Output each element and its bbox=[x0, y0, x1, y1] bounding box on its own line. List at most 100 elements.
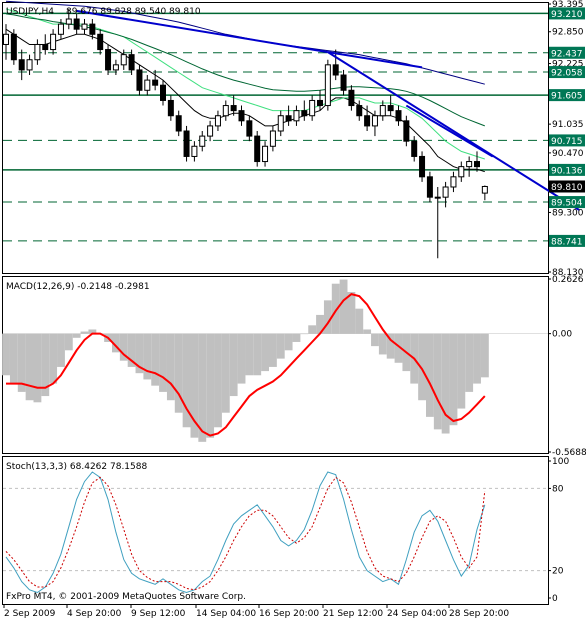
candle-body bbox=[120, 54, 127, 66]
candle-body bbox=[199, 135, 206, 147]
macd-histogram-bar bbox=[363, 329, 372, 334]
candle-body bbox=[3, 33, 9, 45]
macd-histogram-bar bbox=[441, 333, 450, 434]
candle-body bbox=[466, 161, 473, 168]
chart-window: 93.39592.85092.43792.22592.05891.60591.0… bbox=[0, 0, 586, 620]
macd-histogram-bar bbox=[457, 333, 466, 409]
candle-body bbox=[324, 64, 331, 107]
macd-histogram-bar bbox=[284, 333, 293, 351]
price-level-tag-label: 90.136 bbox=[551, 166, 583, 176]
price-level-tag-label: 92.058 bbox=[551, 69, 583, 79]
macd-histogram-bar bbox=[371, 333, 379, 347]
price-level-tag-label: 93.210 bbox=[551, 10, 583, 20]
candle-body bbox=[50, 33, 57, 51]
candle-body bbox=[65, 18, 72, 25]
candle-body bbox=[458, 166, 465, 178]
candle-body bbox=[301, 110, 308, 117]
macd-histogram-bar bbox=[465, 333, 474, 392]
macd-histogram-bar bbox=[166, 333, 175, 401]
macd-histogram-bar bbox=[473, 333, 481, 384]
candle-body bbox=[222, 105, 229, 117]
macd-histogram-bar bbox=[159, 333, 167, 392]
macd-histogram-bar bbox=[245, 333, 254, 376]
candle-body bbox=[152, 79, 159, 86]
candle-body bbox=[214, 115, 221, 127]
candle-body bbox=[371, 115, 378, 127]
macd-histogram-bar bbox=[64, 333, 73, 351]
price-tick-label: 90.470 bbox=[552, 149, 584, 159]
macd-histogram-bar bbox=[237, 333, 246, 384]
time-tick-label: 9 Sep 12:00 bbox=[131, 609, 186, 619]
macd-histogram-bar bbox=[72, 333, 81, 338]
candle-body bbox=[285, 115, 292, 122]
stoch-tick-label: 20 bbox=[552, 567, 564, 577]
macd-histogram-bar bbox=[49, 333, 58, 384]
candle-body bbox=[167, 99, 174, 117]
candle-body bbox=[348, 89, 355, 107]
candle-body bbox=[128, 54, 135, 71]
macd-tick-label: 0.00 bbox=[552, 330, 572, 340]
macd-histogram-bar bbox=[229, 333, 238, 397]
candle-body bbox=[97, 33, 104, 51]
candle-body bbox=[426, 176, 433, 198]
candle-body bbox=[317, 99, 323, 107]
stoch-tick-label: 80 bbox=[552, 484, 564, 494]
candle-body bbox=[230, 105, 237, 112]
macd-histogram-bar bbox=[33, 333, 42, 403]
macd-histogram-bar bbox=[308, 325, 317, 334]
candle-body bbox=[364, 115, 371, 127]
macd-histogram-bar bbox=[339, 279, 348, 334]
macd-histogram-bar bbox=[198, 333, 207, 442]
candle-body bbox=[136, 69, 143, 91]
macd-histogram-bar bbox=[9, 333, 18, 384]
candle-body bbox=[238, 110, 245, 122]
stoch-panel-title: Stoch(13,3,3) 68.4262 78.1588 bbox=[6, 462, 147, 472]
candle-body bbox=[42, 43, 49, 51]
price-level-tag-label: 89.504 bbox=[551, 199, 583, 209]
macd-histogram-bar bbox=[347, 292, 356, 334]
macd-histogram-bar bbox=[253, 333, 262, 376]
chart-canvas: 93.39592.85092.43792.22592.05891.60591.0… bbox=[2, 0, 586, 619]
time-axis: 2 Sep 2009 4 Sep 20:00 9 Sep 12:00 14 Sep 0… bbox=[3, 604, 509, 619]
macd-histogram-bar bbox=[261, 333, 269, 372]
candle-body bbox=[262, 145, 269, 163]
macd-histogram-bar bbox=[480, 333, 489, 378]
time-tick-label: 21 Sep 12:00 bbox=[323, 609, 383, 619]
macd-histogram-bar bbox=[57, 333, 65, 367]
candle-body bbox=[81, 23, 88, 30]
price-level-tag-label: 91.605 bbox=[551, 92, 583, 102]
candle-body bbox=[18, 59, 25, 71]
candle-body bbox=[254, 135, 261, 163]
candle-body bbox=[481, 185, 488, 194]
candle-body bbox=[293, 110, 300, 122]
macd-histogram-bar bbox=[151, 333, 160, 386]
candle-body bbox=[395, 110, 402, 122]
stoch-tick-label: 0 bbox=[552, 594, 558, 604]
price-level-tag-label: 88.741 bbox=[551, 237, 583, 247]
time-tick-label: 2 Sep 2009 bbox=[4, 609, 56, 619]
current-price-tag-label: 89.810 bbox=[551, 183, 583, 193]
macd-histogram-bar bbox=[206, 333, 215, 438]
candle-body bbox=[144, 79, 151, 91]
candle-body bbox=[442, 186, 449, 198]
candle-body bbox=[356, 105, 363, 117]
macd-histogram-bar bbox=[269, 333, 277, 367]
candle-body bbox=[379, 105, 386, 117]
candle-body bbox=[10, 33, 17, 61]
price-level-tag-label: 90.715 bbox=[551, 137, 583, 147]
macd-tick-label: 0.2626 bbox=[552, 275, 584, 285]
candle-body bbox=[207, 125, 214, 137]
macd-histogram-bar bbox=[292, 333, 301, 342]
candle-body bbox=[332, 64, 339, 76]
macd-histogram-bar bbox=[378, 333, 387, 355]
price-level-tag-label: 92.437 bbox=[551, 49, 583, 59]
candle-body bbox=[191, 145, 198, 157]
macd-histogram-bar bbox=[221, 333, 230, 413]
macd-panel-title: MACD(12,26,9) -0.2148 -0.2981 bbox=[6, 282, 150, 292]
candle-body bbox=[183, 130, 190, 157]
candle-body bbox=[340, 74, 347, 91]
candle-body bbox=[450, 176, 457, 188]
macd-histogram-bar bbox=[449, 333, 458, 426]
candle-body bbox=[112, 64, 119, 71]
candle-body bbox=[411, 140, 418, 157]
